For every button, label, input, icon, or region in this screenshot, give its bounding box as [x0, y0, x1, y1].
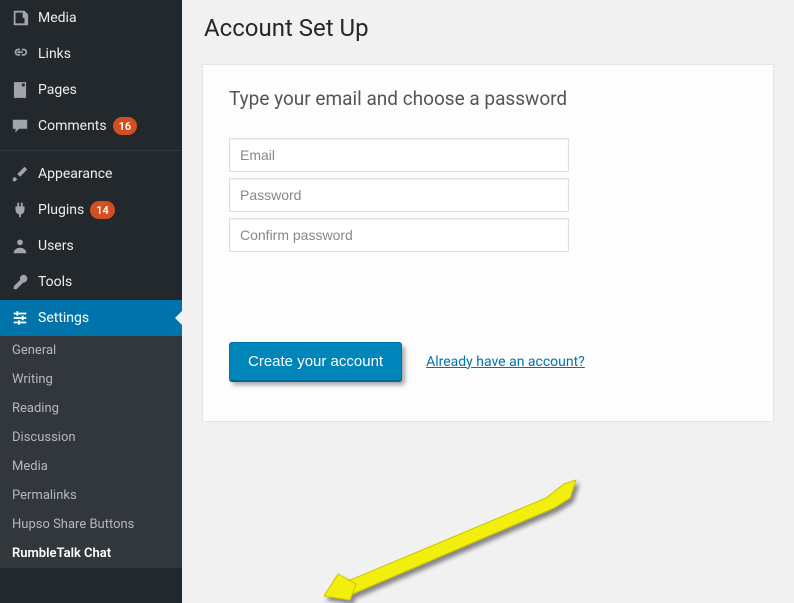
- page-title: Account Set Up: [204, 14, 774, 42]
- annotation-arrow: [324, 478, 584, 603]
- user-icon: [10, 236, 30, 256]
- admin-sidebar: Media Links Pages Comments 16 Appearance Plug…: [0, 0, 182, 603]
- sidebar-item-comments[interactable]: Comments 16: [0, 108, 182, 144]
- main-content: Account Set Up Type your email and choos…: [182, 0, 794, 603]
- sidebar-item-users[interactable]: Users: [0, 228, 182, 264]
- email-field[interactable]: [229, 138, 569, 172]
- submenu-item-hupso-share-buttons[interactable]: Hupso Share Buttons: [0, 510, 182, 539]
- submenu-item-reading[interactable]: Reading: [0, 394, 182, 423]
- sidebar-item-label: Pages: [38, 82, 77, 98]
- sidebar-item-links[interactable]: Links: [0, 36, 182, 72]
- create-account-button[interactable]: Create your account: [229, 342, 402, 381]
- submenu-item-permalinks[interactable]: Permalinks: [0, 481, 182, 510]
- account-setup-panel: Type your email and choose a password Cr…: [202, 64, 774, 422]
- sidebar-item-label: Media: [38, 10, 77, 26]
- sidebar-item-media[interactable]: Media: [0, 0, 182, 36]
- sidebar-item-label: Plugins: [38, 202, 84, 218]
- already-have-account-link[interactable]: Already have an account?: [426, 354, 585, 370]
- sidebar-item-pages[interactable]: Pages: [0, 72, 182, 108]
- sidebar-item-plugins[interactable]: Plugins 14: [0, 192, 182, 228]
- count-badge: 16: [113, 117, 138, 135]
- sidebar-item-settings[interactable]: Settings: [0, 300, 182, 336]
- sidebar-item-label: Users: [38, 238, 74, 254]
- brush-icon: [10, 164, 30, 184]
- page-icon: [10, 80, 30, 100]
- sidebar-item-tools[interactable]: Tools: [0, 264, 182, 300]
- sliders-icon: [10, 308, 30, 328]
- plugin-icon: [10, 200, 30, 220]
- media-icon: [10, 8, 30, 28]
- count-badge: 14: [90, 201, 115, 219]
- sidebar-item-appearance[interactable]: Appearance: [0, 156, 182, 192]
- wrench-icon: [10, 272, 30, 292]
- submenu-item-general[interactable]: General: [0, 336, 182, 365]
- sidebar-item-label: Settings: [38, 310, 89, 326]
- sidebar-item-label: Links: [38, 46, 71, 62]
- submenu-item-writing[interactable]: Writing: [0, 365, 182, 394]
- submenu-item-media[interactable]: Media: [0, 452, 182, 481]
- sidebar-item-label: Appearance: [38, 166, 112, 182]
- link-icon: [10, 44, 30, 64]
- confirm-password-field[interactable]: [229, 218, 569, 252]
- sidebar-item-label: Tools: [38, 274, 72, 290]
- submenu-item-discussion[interactable]: Discussion: [0, 423, 182, 452]
- sidebar-item-label: Comments: [38, 118, 107, 134]
- password-field[interactable]: [229, 178, 569, 212]
- submenu-item-rumbletalk-chat[interactable]: RumbleTalk Chat: [0, 539, 182, 568]
- comment-icon: [10, 116, 30, 136]
- panel-heading: Type your email and choose a password: [229, 87, 747, 110]
